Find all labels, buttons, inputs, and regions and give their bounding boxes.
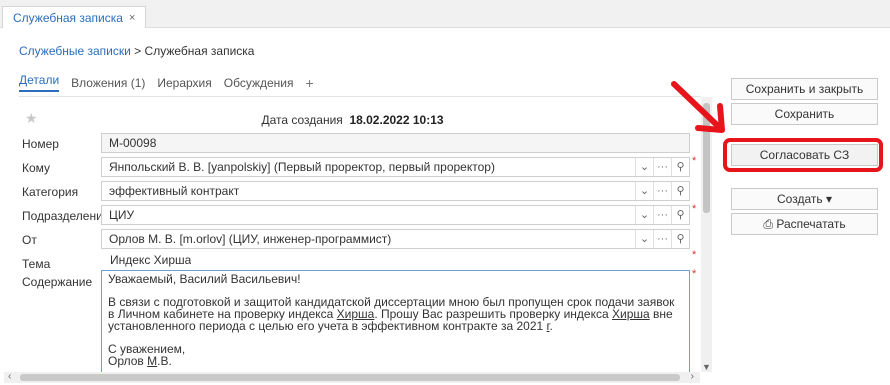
more-icon[interactable]: ··· <box>653 182 671 200</box>
document-tab[interactable]: Служебная записка × <box>2 6 147 28</box>
chevron-down-icon[interactable]: ⌄ <box>635 230 653 248</box>
number-value: М-00098 <box>109 136 157 150</box>
more-icon[interactable]: ··· <box>653 206 671 224</box>
tab-discussions[interactable]: Обсуждения <box>224 76 294 90</box>
highlight-frame <box>723 138 883 172</box>
content-paragraph: В связи с подготовкой и защитой кандидат… <box>108 295 675 333</box>
required-mark: * <box>692 268 697 280</box>
create-button-label: Создать <box>777 192 823 206</box>
printer-icon: ⎙ <box>763 217 774 231</box>
to-label: Кому <box>22 161 51 175</box>
chevron-down-icon[interactable]: ⌄ <box>635 206 653 224</box>
department-field[interactable]: ЦИУ ⌄ ··· ⚲ <box>101 205 690 225</box>
required-mark: * <box>692 155 697 167</box>
caret-down-icon: ▾ <box>825 192 832 206</box>
category-field[interactable]: эффективный контракт ⌄ ··· ⚲ <box>101 181 690 201</box>
from-field[interactable]: Орлов М. В. [m.orlov] (ЦИУ, инженер-прог… <box>101 229 690 249</box>
save-and-close-button[interactable]: Сохранить и закрыть <box>731 78 878 100</box>
breadcrumb: Служебные записки > Служебная записка <box>19 44 254 58</box>
from-value: Орлов М. В. [m.orlov] (ЦИУ, инженер-прог… <box>109 232 392 246</box>
print-button[interactable]: ⎙ Распечатать <box>731 213 878 235</box>
scroll-right-icon[interactable]: › <box>691 371 694 382</box>
subject-field[interactable]: Индекс Хирша <box>101 250 692 268</box>
more-icon[interactable]: ··· <box>653 230 671 248</box>
to-value: Янпольский В. В. [yanpolskiy] (Первый пр… <box>109 160 495 174</box>
horizontal-scrollbar[interactable]: ‹ › <box>4 371 700 383</box>
print-button-label: Распечатать <box>776 217 846 231</box>
chevron-down-icon[interactable]: ⌄ <box>635 158 653 176</box>
search-icon[interactable]: ⚲ <box>671 158 689 176</box>
category-label: Категория <box>22 185 79 199</box>
horizontal-scroll-thumb[interactable] <box>20 374 680 381</box>
from-label: От <box>22 233 37 247</box>
create-button[interactable]: Создать ▾ <box>731 188 878 210</box>
to-field[interactable]: Янпольский В. В. [yanpolskiy] (Первый пр… <box>101 157 690 177</box>
department-label: Подразделение <box>22 209 110 223</box>
search-icon[interactable]: ⚲ <box>671 182 689 200</box>
breadcrumb-current: Служебная записка <box>144 44 255 58</box>
breadcrumb-separator: > <box>130 44 145 58</box>
close-icon[interactable]: × <box>129 12 135 24</box>
subject-value: Индекс Хирша <box>110 253 192 267</box>
search-icon[interactable]: ⚲ <box>671 230 689 248</box>
creation-date: Дата создания 18.02.2022 10:13 <box>0 113 705 127</box>
content-greeting: Уважаемый, Василий Васильевич! <box>108 272 301 286</box>
more-icon[interactable]: ··· <box>653 158 671 176</box>
search-icon[interactable]: ⚲ <box>671 206 689 224</box>
required-mark: * <box>692 249 697 261</box>
tab-hierarchy[interactable]: Иерархия <box>157 76 211 90</box>
content-label: Содержание <box>22 275 93 289</box>
breadcrumb-parent-link[interactable]: Служебные записки <box>19 44 131 58</box>
scroll-left-icon[interactable]: ‹ <box>8 371 11 382</box>
detail-tabs: Детали Вложения (1) Иерархия Обсуждения … <box>19 73 314 92</box>
document-tab-label: Служебная записка <box>13 10 123 25</box>
tab-attachments[interactable]: Вложения (1) <box>71 76 145 90</box>
tab-details[interactable]: Детали <box>19 73 60 92</box>
tabs-divider <box>19 96 701 97</box>
required-mark: * <box>692 203 697 215</box>
chevron-down-icon[interactable]: ⌄ <box>635 182 653 200</box>
creation-date-label: Дата создания <box>261 113 343 127</box>
department-value: ЦИУ <box>109 208 135 222</box>
content-textarea[interactable]: Уважаемый, Василий Васильевич! В связи с… <box>101 270 690 380</box>
number-field: М-00098 <box>101 133 690 153</box>
category-value: эффективный контракт <box>109 184 240 198</box>
subject-label: Тема <box>22 257 51 271</box>
number-label: Номер <box>22 137 59 151</box>
scroll-down-icon[interactable]: ▼ <box>702 362 711 372</box>
red-arrow-icon <box>671 81 725 133</box>
save-button[interactable]: Сохранить <box>731 103 878 125</box>
top-tab-bar: Служебная записка × <box>0 0 890 28</box>
creation-date-value: 18.02.2022 10:13 <box>349 113 444 127</box>
add-tab-icon[interactable]: + <box>306 75 314 91</box>
content-signature: С уважением, Орлов М.В. <box>108 342 186 368</box>
